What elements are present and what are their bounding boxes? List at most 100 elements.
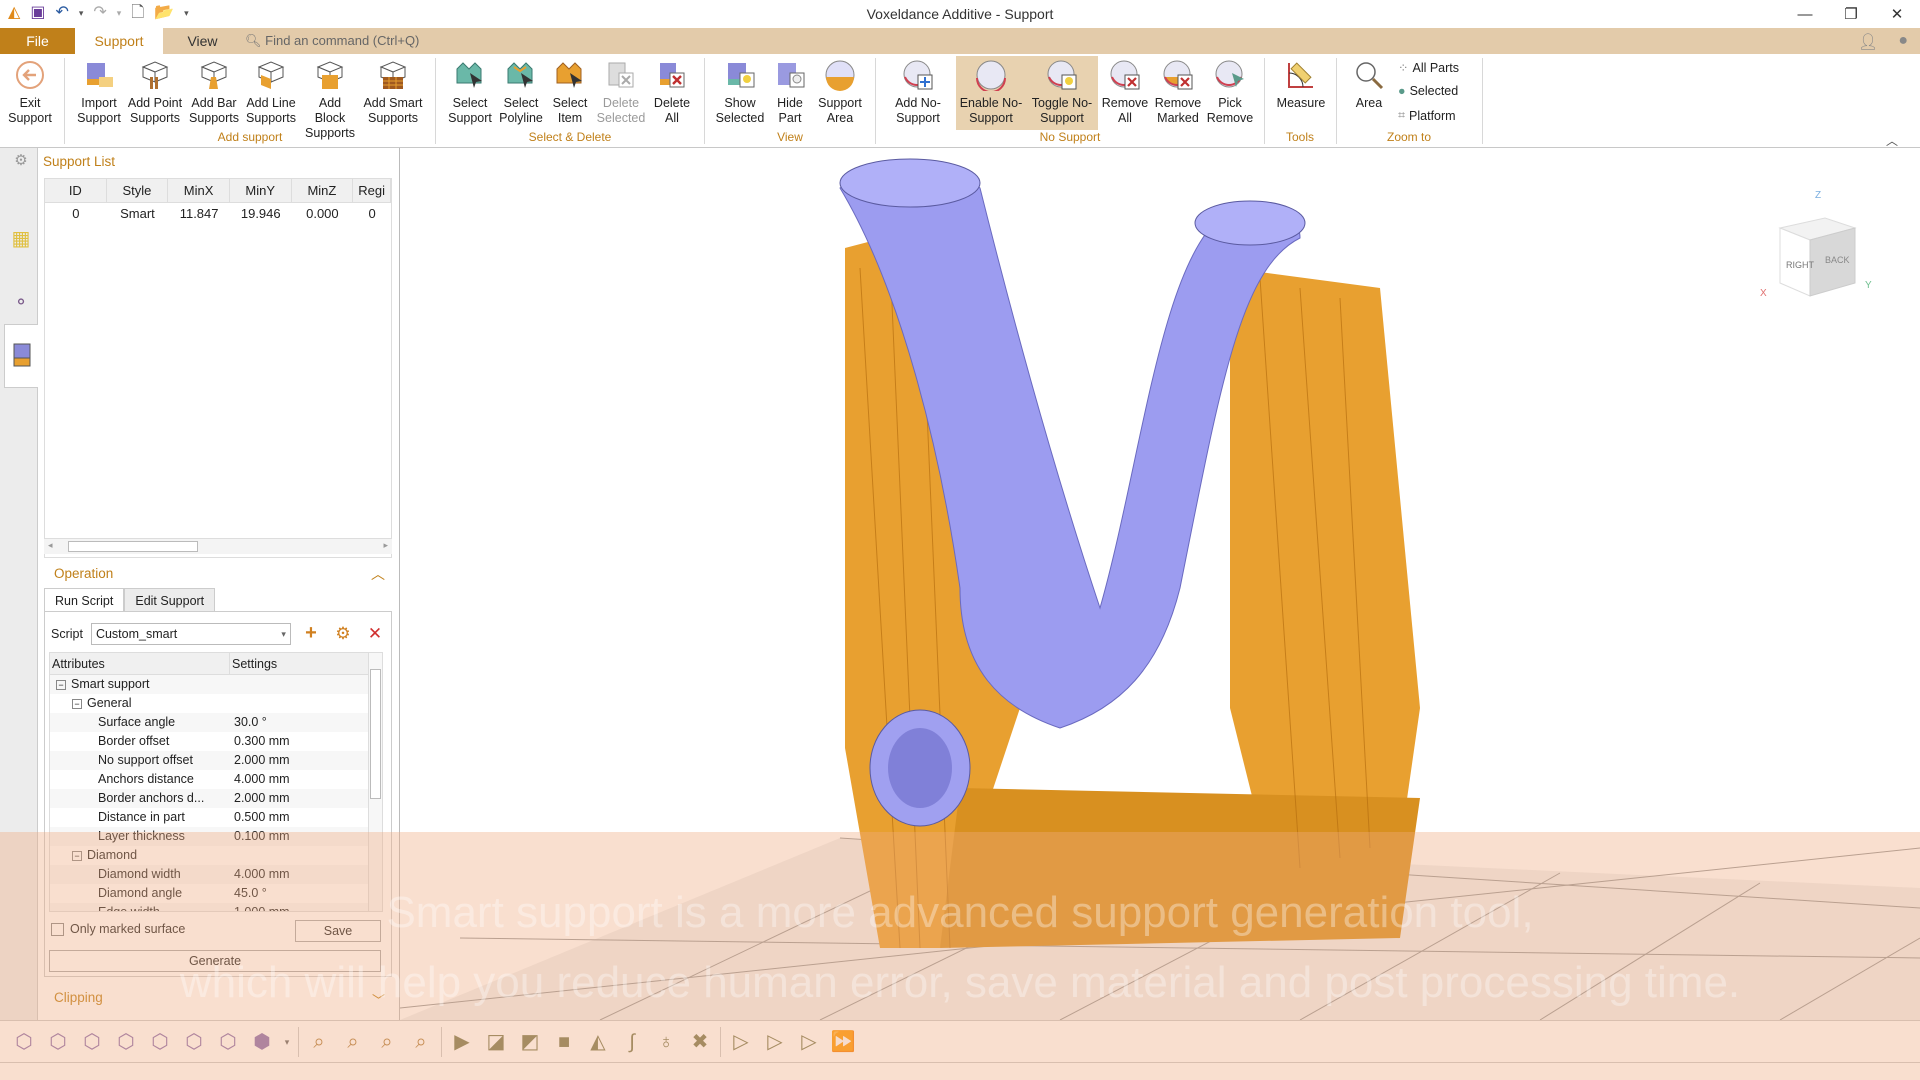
add-line-supports-button[interactable]: Add Line Supports [244, 58, 298, 126]
tab-view[interactable]: View [180, 28, 225, 54]
attribute-value[interactable]: 0.300 mm [230, 732, 290, 751]
view-front-icon[interactable]: ⬡ [78, 1028, 106, 1056]
script-select[interactable]: Custom_smart ▾ [90, 622, 291, 645]
column-header-minz[interactable]: MinZ [292, 179, 354, 202]
import-support-button[interactable]: Import Support [74, 58, 124, 126]
zoom-selected-icon[interactable]: ⌕ [373, 1028, 401, 1056]
only-marked-surface-checkbox[interactable] [51, 922, 64, 936]
column-header-regi[interactable]: Regi [353, 179, 391, 202]
select-box-icon[interactable]: ■ [550, 1028, 578, 1056]
collapse-operation-icon[interactable]: ︿ [371, 564, 385, 584]
enable-no-support-button[interactable]: Enable No-Support [956, 56, 1026, 130]
attribute-value[interactable]: 4.000 mm [230, 865, 290, 884]
fast-forward-icon[interactable]: ⏩ [829, 1028, 857, 1056]
parts-tree-tab[interactable]: ▦ [4, 208, 38, 268]
zoom-platform-icon[interactable]: ⌕ [305, 1028, 333, 1056]
hide-part-button[interactable]: Hide Part [770, 58, 810, 126]
select-surface-icon[interactable]: ◩ [516, 1028, 544, 1056]
toggle-no-support-button[interactable]: Toggle No-Support [1026, 56, 1098, 130]
collapse-toggle-icon[interactable]: − [72, 850, 82, 861]
hscroll-thumb[interactable] [68, 541, 198, 552]
support-list-hscroll[interactable]: ◂ ▸ [44, 538, 392, 554]
viewcube-back[interactable]: BACK [1825, 255, 1850, 265]
attribute-value[interactable]: 2.000 mm [230, 751, 290, 770]
add-smart-supports-button[interactable]: Add Smart Supports [362, 58, 424, 126]
play-icon[interactable]: ▷ [761, 1028, 789, 1056]
tree-attribute-row[interactable]: Layer thickness 0.100 mm [50, 827, 382, 846]
exit-support-button[interactable]: Exit Support [8, 58, 52, 126]
view-left-icon[interactable]: ⬡ [146, 1028, 174, 1056]
zoom-platform-button[interactable]: ⌗ Platform [1398, 108, 1456, 123]
show-selected-button[interactable]: Show Selected [712, 58, 768, 126]
add-script-icon[interactable]: + [299, 622, 323, 645]
select-support-button[interactable]: Select Support [444, 58, 496, 126]
tab-file[interactable]: File [0, 28, 75, 54]
attribute-value[interactable] [230, 846, 234, 865]
tab-run-script[interactable]: Run Script [44, 588, 125, 612]
collapse-toggle-icon[interactable]: − [72, 698, 82, 709]
view-dropdown-icon[interactable]: ▾ [282, 1028, 292, 1056]
tab-support[interactable]: Support [75, 28, 163, 54]
find-command-input[interactable]: 🔍︎ Find an command (Ctrl+Q) [245, 28, 419, 54]
zoom-all-parts-button[interactable]: ⁘ All Parts [1398, 60, 1459, 76]
select-polyline-button[interactable]: Select Polyline [496, 58, 546, 126]
select-curve-icon[interactable]: ∫ [618, 1028, 646, 1056]
zoom-area-button[interactable]: Area [1346, 58, 1392, 111]
close-icon[interactable]: ✕ [1874, 0, 1920, 28]
support-area-button[interactable]: Support Area [814, 58, 866, 126]
zoom-area-icon[interactable]: ⌕ [407, 1028, 435, 1056]
attribute-value[interactable]: 1.000 mm [230, 903, 290, 911]
select-item-button[interactable]: Select Item [548, 58, 592, 126]
collapse-ribbon-icon[interactable]: ︿ [1886, 132, 1898, 149]
tree-group[interactable]: − Diamond [50, 846, 382, 865]
tree-attribute-row[interactable]: Diamond width 4.000 mm [50, 865, 382, 884]
tree-attribute-row[interactable]: Anchors distance 4.000 mm [50, 770, 382, 789]
vscroll-thumb[interactable] [370, 669, 381, 799]
view-iso-icon[interactable]: ⬡ [214, 1028, 242, 1056]
tab-edit-support[interactable]: Edit Support [124, 588, 216, 612]
scroll-left-icon[interactable]: ◂ [48, 540, 53, 551]
expand-clipping-icon[interactable]: ﹀ [372, 990, 385, 1009]
remove-marked-button[interactable]: Remove Marked [1152, 58, 1204, 126]
restore-icon[interactable]: ❐ [1828, 0, 1874, 28]
attribute-value[interactable] [230, 694, 234, 713]
add-bar-supports-button[interactable]: Add Bar Supports [188, 58, 240, 126]
view-bottom-icon[interactable]: ⬡ [10, 1028, 38, 1056]
attribute-value[interactable]: 0.500 mm [230, 808, 290, 827]
attributes-vscroll[interactable] [368, 653, 382, 911]
scene-canvas[interactable]: Z RIGHT BACK X Y [400, 148, 1920, 1020]
tree-attribute-row[interactable]: Border offset 0.300 mm [50, 732, 382, 751]
support-tree-tab[interactable]: ⚬ [4, 272, 38, 332]
remove-all-button[interactable]: Remove All [1100, 58, 1150, 126]
delete-selected-button[interactable]: Delete Selected [596, 58, 646, 126]
3d-viewport[interactable]: Z RIGHT BACK X Y [400, 148, 1920, 1020]
tree-group[interactable]: − General [50, 694, 382, 713]
attribute-value[interactable]: 2.000 mm [230, 789, 290, 808]
tree-attribute-row[interactable]: Distance in part 0.500 mm [50, 808, 382, 827]
tree-attribute-row[interactable]: No support offset 2.000 mm [50, 751, 382, 770]
user-icon[interactable]: 👤︎ [1858, 32, 1878, 52]
attribute-value[interactable]: 30.0 ° [230, 713, 267, 732]
tree-attribute-row[interactable]: Border anchors d... 2.000 mm [50, 789, 382, 808]
support-tab[interactable] [4, 324, 38, 388]
scroll-right-icon[interactable]: ▸ [383, 540, 388, 551]
table-row[interactable]: 0 Smart 11.847 19.946 0.000 0 [45, 203, 391, 225]
select-face-icon[interactable]: ◪ [482, 1028, 510, 1056]
play-next-icon[interactable]: ▷ [795, 1028, 823, 1056]
generate-button[interactable]: Generate [49, 950, 381, 972]
select-polygon-icon[interactable]: ◭ [584, 1028, 612, 1056]
column-header-style[interactable]: Style [107, 179, 169, 202]
attribute-value[interactable]: 45.0 ° [230, 884, 267, 903]
tree-attribute-row[interactable]: Edge width 1.000 mm [50, 903, 382, 911]
view-top-icon[interactable]: ⬡ [44, 1028, 72, 1056]
view-back-icon[interactable]: ⬡ [112, 1028, 140, 1056]
select-lasso-icon[interactable]: ♁ [652, 1028, 680, 1056]
zoom-all-icon[interactable]: ⌕ [339, 1028, 367, 1056]
minimize-icon[interactable]: — [1782, 0, 1828, 28]
play-select-icon[interactable]: ▷ [727, 1028, 755, 1056]
view-right-icon[interactable]: ⬡ [180, 1028, 208, 1056]
add-block-supports-button[interactable]: Add Block Supports [302, 58, 358, 141]
select-cursor-icon[interactable]: ▶ [448, 1028, 476, 1056]
settings-gear-icon[interactable]: ⚙ [4, 148, 38, 172]
view-cube[interactable]: Z RIGHT BACK X Y [1760, 190, 1872, 299]
